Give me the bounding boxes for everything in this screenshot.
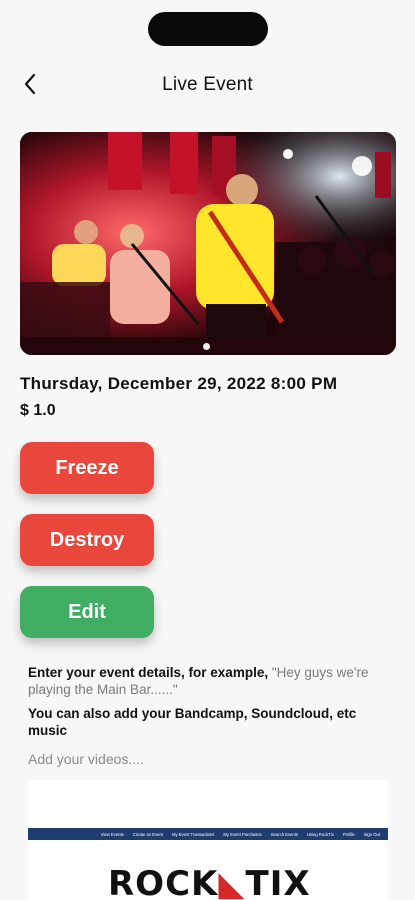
logo-mark-icon: ◣ (218, 864, 246, 900)
status-bar (0, 0, 415, 50)
logo-left: ROCK (108, 864, 219, 900)
page-title: Live Event (162, 74, 253, 95)
music-links-hint: You can also add your Bandcamp, Soundclo… (28, 706, 357, 738)
freeze-button[interactable]: Freeze (20, 442, 154, 494)
carousel-page-indicator (203, 343, 210, 350)
embed-nav-item[interactable]: My Event Purchases (223, 832, 261, 837)
details-prompt: Enter your event details, for example, (28, 665, 272, 680)
event-photo (20, 132, 396, 355)
event-details-hint: Enter your event details, for example, "… (28, 664, 388, 698)
embed-nav-item[interactable]: Create an Event (133, 832, 163, 837)
destroy-button[interactable]: Destroy (20, 514, 154, 566)
event-photo-carousel[interactable] (20, 132, 396, 355)
event-date: Thursday, December 29, 2022 8:00 PM (20, 374, 338, 393)
embed-nav-item[interactable]: View Events (101, 832, 124, 837)
event-price: $ 1.0 (20, 402, 56, 419)
edit-button[interactable]: Edit (20, 586, 154, 638)
embed-nav-item[interactable]: Search Events (271, 832, 298, 837)
embed-nav-item[interactable]: Sign Out (364, 832, 380, 837)
dynamic-island (148, 12, 268, 46)
embedded-webpage-preview[interactable]: View Events Create an Event My Event Tra… (28, 780, 388, 900)
embed-nav-item[interactable]: Profile (343, 832, 355, 837)
embed-nav-bar: View Events Create an Event My Event Tra… (28, 828, 388, 840)
embed-nav-item[interactable]: Using RockTix (307, 832, 334, 837)
embed-nav-item[interactable]: My Event Transactions (172, 832, 214, 837)
navigation-bar: Live Event (0, 62, 415, 106)
add-videos-placeholder[interactable]: Add your videos.... (28, 751, 144, 767)
rocktix-logo: ROCK◣TIX (108, 864, 311, 900)
logo-right: TIX (245, 864, 311, 900)
